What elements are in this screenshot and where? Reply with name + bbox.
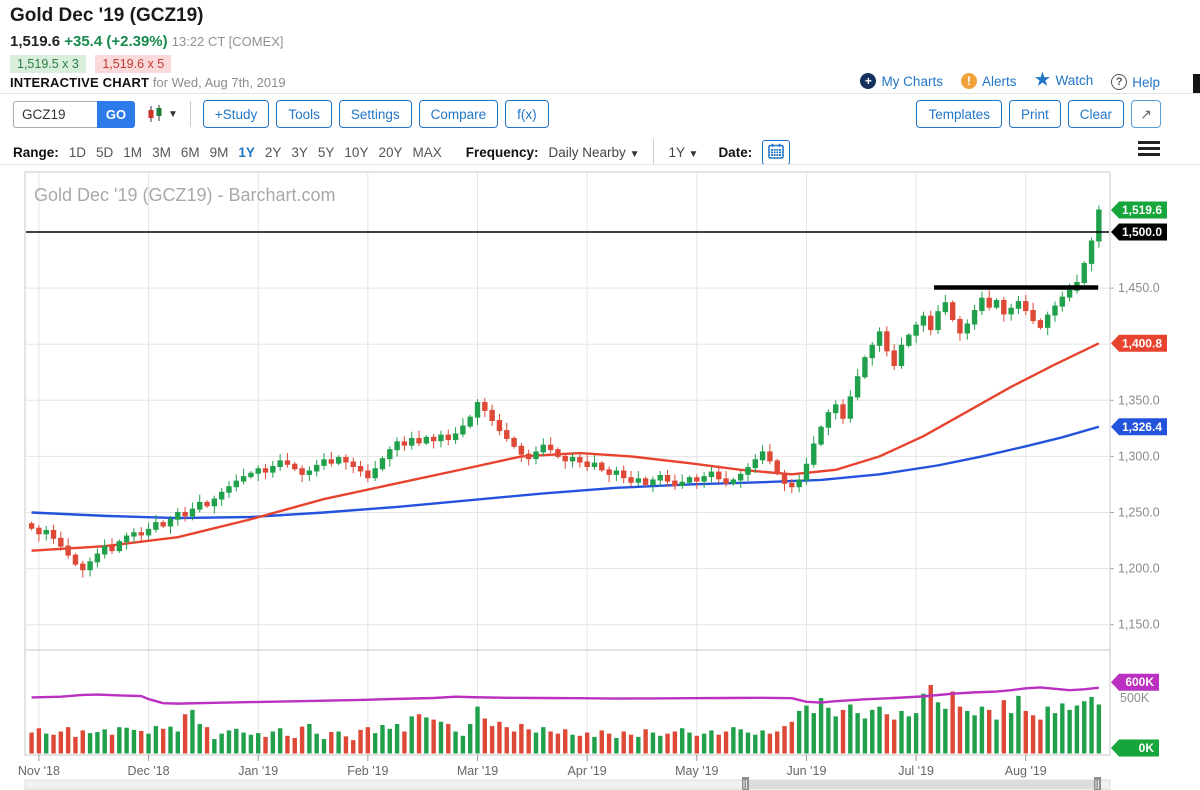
- svg-text:Feb '19: Feb '19: [347, 764, 388, 778]
- candles-layer: [29, 206, 1101, 578]
- scrollbar-handle[interactable]: [1094, 777, 1101, 790]
- svg-text:1,300.0: 1,300.0: [1118, 449, 1160, 463]
- annotations-layer: [26, 232, 1109, 288]
- volume-tag: 0K: [1111, 740, 1159, 757]
- svg-text:Jun '19: Jun '19: [786, 764, 826, 778]
- svg-text:1,150.0: 1,150.0: [1118, 618, 1160, 632]
- ma-slow-line: [32, 427, 1099, 518]
- svg-text:1,519.6: 1,519.6: [1122, 203, 1162, 217]
- ma-fast-tag: 1,400.8: [1111, 335, 1167, 352]
- svg-text:Jan '19: Jan '19: [238, 764, 278, 778]
- ma-fast-line: [32, 343, 1099, 550]
- ma-fast-line-layer: [32, 343, 1099, 550]
- svg-text:1,450.0: 1,450.0: [1118, 281, 1160, 295]
- watermark: Gold Dec '19 (GCZ19) - Barchart.com: [34, 185, 336, 205]
- last-price-tag: 1,519.6: [1111, 202, 1167, 219]
- svg-text:1,500.0: 1,500.0: [1122, 225, 1162, 239]
- svg-text:Dec '18: Dec '18: [128, 764, 170, 778]
- ma-slow-line-layer: [32, 427, 1099, 518]
- chart-scrollbar[interactable]: [25, 777, 1110, 790]
- price-chart[interactable]: Gold Dec '19 (GCZ19) - Barchart.com 1,450…: [0, 0, 1200, 790]
- svg-text:Aug '19: Aug '19: [1005, 764, 1047, 778]
- svg-text:1,326.4: 1,326.4: [1122, 420, 1162, 434]
- svg-text:1,250.0: 1,250.0: [1118, 506, 1160, 520]
- svg-text:Jul '19: Jul '19: [898, 764, 934, 778]
- open-interest-line: [32, 687, 1099, 703]
- ma-slow-tag: 1,326.4: [1111, 418, 1167, 435]
- scrollbar-handle[interactable]: [742, 777, 749, 790]
- svg-text:0K: 0K: [1139, 741, 1155, 755]
- open-interest-tag: 600K: [1111, 674, 1159, 691]
- open-interest-line-layer: [32, 687, 1099, 703]
- svg-text:Nov '18: Nov '18: [18, 764, 60, 778]
- scrollbar-range: [745, 780, 1100, 789]
- svg-text:1,400.8: 1,400.8: [1122, 336, 1162, 350]
- chart-watermark-title: Gold Dec '19 (GCZ19) - Barchart.com: [34, 185, 336, 205]
- svg-text:May '19: May '19: [675, 764, 718, 778]
- annotation-price-tag: 1,500.0: [1111, 224, 1167, 241]
- svg-text:1,200.0: 1,200.0: [1118, 562, 1160, 576]
- svg-text:1,350.0: 1,350.0: [1118, 393, 1160, 407]
- interactive-chart-page: { "header": { "title": "Gold Dec '19 (GC…: [0, 0, 1200, 790]
- svg-text:Apr '19: Apr '19: [568, 764, 607, 778]
- svg-text:600K: 600K: [1125, 675, 1154, 689]
- svg-text:500K: 500K: [1120, 691, 1150, 705]
- svg-text:Mar '19: Mar '19: [457, 764, 498, 778]
